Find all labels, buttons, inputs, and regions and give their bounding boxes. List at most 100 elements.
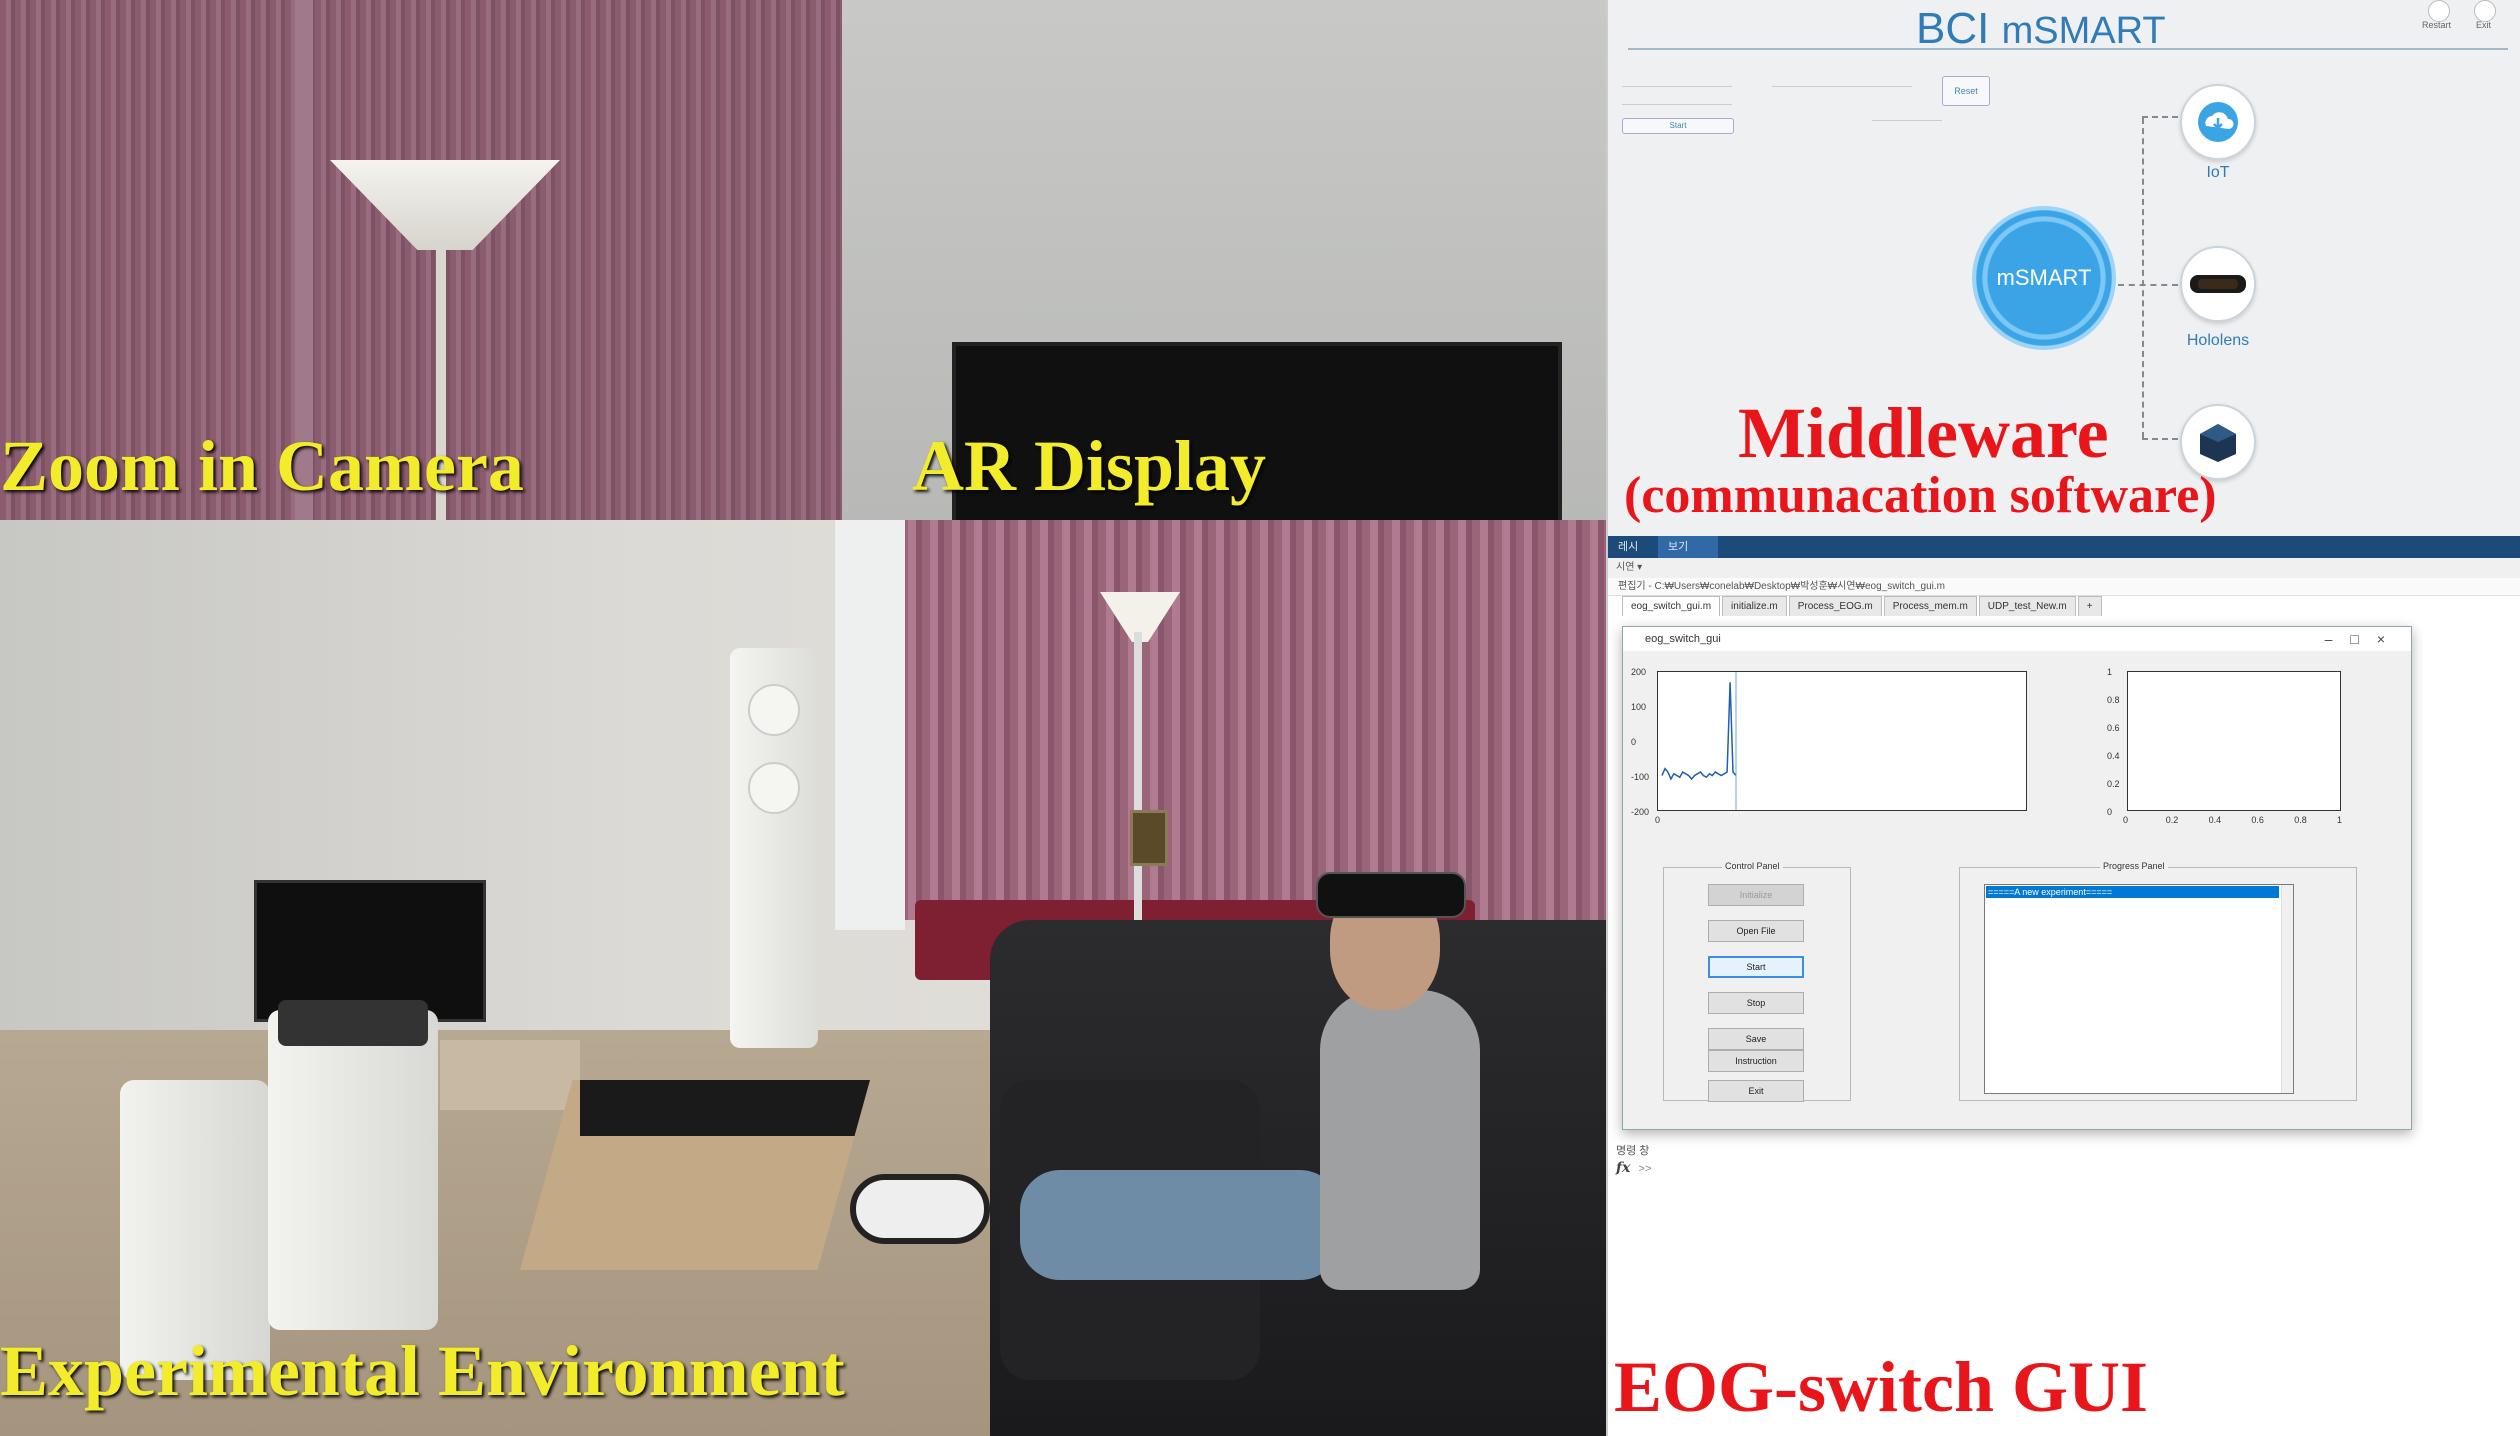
eog-signal-plot <box>1661 672 1737 810</box>
restart-label[interactable]: Restart <box>2422 20 2451 30</box>
ac-vent <box>748 762 800 814</box>
stop-button[interactable]: Stop <box>1708 992 1804 1014</box>
control-panel-title: Control Panel <box>1722 861 1783 871</box>
open-file-button[interactable]: Open File <box>1708 920 1804 942</box>
reset-button[interactable]: Reset <box>1942 76 1990 106</box>
right-ytick: 0.2 <box>2107 779 2120 789</box>
file-tab[interactable]: Process_EOG.m <box>1788 596 1882 616</box>
iot-label: IoT <box>2206 164 2230 181</box>
ribbon-tab[interactable]: 레시 <box>1608 536 1648 558</box>
start-button[interactable]: Start <box>1622 118 1734 134</box>
bci-cube-icon <box>2200 424 2236 462</box>
progress-line-selected[interactable]: =====A new experiment===== <box>1986 886 2279 898</box>
file-tab[interactable]: UDP_test_New.m <box>1978 596 2076 616</box>
eog-signal-axes <box>1657 671 2027 811</box>
cloud-download-icon <box>2198 102 2238 142</box>
form-field-line <box>1622 86 1732 87</box>
window-buttons[interactable]: –□× <box>2325 627 2403 651</box>
right-xtick: 0.4 <box>2208 815 2222 825</box>
middleware-panel: BCI mSMART Restart Exit Reset Start mSMA… <box>1606 0 2520 536</box>
ar-caption: AR Display <box>912 426 1267 506</box>
right-ytick: 0.4 <box>2107 751 2120 761</box>
left-ytick: -200 <box>1631 807 1650 817</box>
brand-bci: BCI <box>1916 4 1990 53</box>
tower-air-conditioner <box>730 648 818 1048</box>
progress-listbox[interactable]: =====A new experiment===== <box>1984 884 2294 1094</box>
command-line[interactable]: fx >> <box>1616 1160 1652 1176</box>
matlab-ribbon: 레시 보기 <box>1608 536 2520 558</box>
right-xtick: 0.6 <box>2251 815 2264 825</box>
left-xtick: 0 <box>1655 815 1661 825</box>
brand-msmart: mSMART <box>2001 10 2166 52</box>
environment-panel: Experimental Environment <box>0 520 1606 1436</box>
file-tab[interactable]: Process_mem.m <box>1883 596 1977 616</box>
form-field-line <box>1772 86 1842 87</box>
left-ytick: -100 <box>1631 772 1650 782</box>
form-field-line <box>1622 104 1732 105</box>
table-glass <box>580 1080 870 1136</box>
progress-panel-title: Progress Panel <box>2100 861 2168 871</box>
person-torso <box>1320 990 1480 1290</box>
curtain <box>900 520 1606 920</box>
control-panel: Control Panel Initialize Open File Start… <box>1663 861 1851 1102</box>
window-frame <box>835 520 905 930</box>
left-ytick: 200 <box>1631 667 1647 677</box>
gui-caption: EOG-switch GUI <box>1614 1347 2149 1427</box>
left-ytick: 100 <box>1631 702 1647 712</box>
restart-icon[interactable] <box>2428 0 2450 22</box>
exit-button[interactable]: Exit <box>1708 1080 1804 1102</box>
file-tabs: eog_switch_gui.m initialize.m Process_EO… <box>1622 596 2104 616</box>
eog-series-line <box>1661 682 1737 781</box>
connector-hololens <box>2118 284 2178 286</box>
ac-vent <box>748 684 800 736</box>
instruction-button[interactable]: Instruction <box>1708 1050 1804 1072</box>
save-button[interactable]: Save <box>1708 1028 1804 1050</box>
matlab-gui-panel: 레시 보기 시연 ▾ 편집기 - C:₩Users₩conelab₩Deskto… <box>1606 536 2520 1436</box>
hololens-icon <box>2190 275 2246 293</box>
zoom-camera-panel: Zoom in Camera <box>0 0 842 520</box>
tv-cabinet <box>440 1040 580 1110</box>
exit-label[interactable]: Exit <box>2476 20 2491 30</box>
initialize-button[interactable]: Initialize <box>1708 884 1804 906</box>
file-tab[interactable]: eog_switch_gui.m <box>1622 596 1721 616</box>
new-tab-button[interactable]: + <box>2077 596 2102 616</box>
hololens-label: Hololens <box>2186 332 2250 349</box>
progress-panel: Progress Panel =====A new experiment====… <box>1959 861 2357 1101</box>
purifier-top <box>278 1000 428 1046</box>
start-button[interactable]: Start <box>1708 956 1804 978</box>
section-bar[interactable]: 시연 ▾ <box>1608 558 2520 578</box>
file-tab[interactable]: initialize.m <box>1722 596 1787 616</box>
editor-path: 편집기 - C:₩Users₩conelab₩Desktop₩박성훈₩시연₩eo… <box>1608 578 2520 596</box>
connector-vertical <box>2142 118 2144 438</box>
output-axes <box>2127 671 2341 811</box>
form-field-line <box>1842 86 1912 87</box>
ribbon-tab-view[interactable]: 보기 <box>1658 536 1718 558</box>
left-ytick: 0 <box>1631 737 1637 747</box>
header-rule <box>1628 48 2508 50</box>
person-legs <box>1020 1170 1340 1280</box>
msmart-hub: mSMART <box>1972 206 2116 350</box>
right-ytick: 0.8 <box>2107 695 2120 705</box>
middleware-subcaption: (communacation software) <box>1624 467 2217 524</box>
form-field-line <box>1872 120 1942 121</box>
environment-caption: Experimental Environment <box>0 1331 845 1411</box>
ar-display-panel: AR Display <box>842 0 1606 520</box>
figure-window: eog_switch_gui –□× 0 Control Panel Initi… <box>1622 626 2412 1130</box>
connector-iot <box>2142 116 2178 118</box>
zoom-caption: Zoom in Camera <box>0 426 524 506</box>
iot-node <box>2180 84 2256 160</box>
hololens-node <box>2180 246 2256 322</box>
exit-icon[interactable] <box>2474 0 2496 22</box>
hololens-headset <box>1316 872 1466 918</box>
command-prompt: >> <box>1638 1164 1652 1176</box>
right-xtick: 1 <box>2337 815 2343 825</box>
robot-vacuum <box>850 1174 990 1244</box>
right-xtick: 0.2 <box>2165 815 2179 825</box>
coffee-table <box>520 1080 870 1270</box>
lamp-shade <box>330 160 560 250</box>
right-xtick: 0 <box>2123 815 2129 825</box>
fx-icon: fx <box>1616 1160 1631 1176</box>
listbox-scrollbar[interactable] <box>2281 885 2293 1093</box>
middleware-caption: Middleware <box>1738 393 2109 473</box>
figure-title: eog_switch_gui <box>1623 627 2411 651</box>
